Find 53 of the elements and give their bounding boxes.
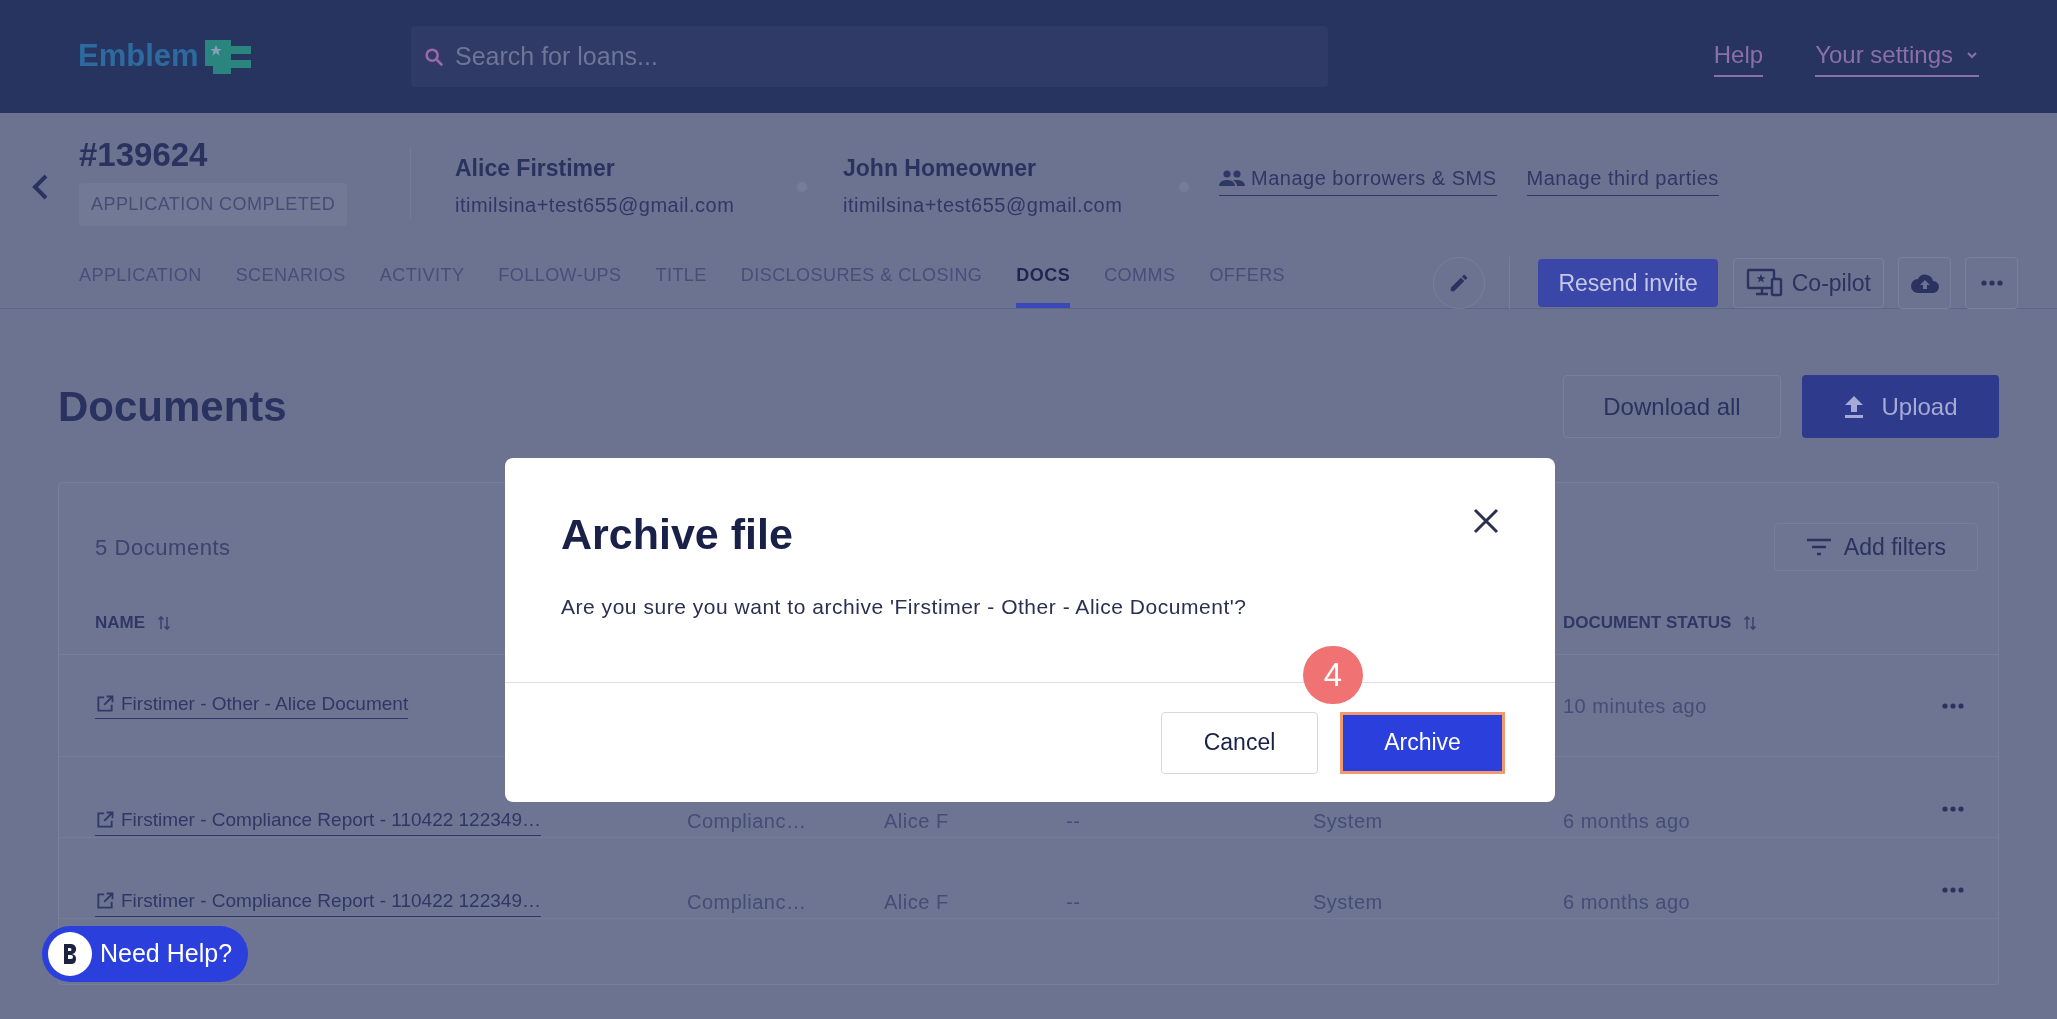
people-icon bbox=[1219, 170, 1245, 186]
document-link[interactable]: Firstimer - Compliance Report - 110422 122349… bbox=[95, 806, 541, 836]
more-icon bbox=[1942, 887, 1964, 893]
download-all-button[interactable]: Download all bbox=[1563, 375, 1781, 438]
borrower-name: John Homeowner bbox=[843, 154, 1037, 183]
table-cell: -- bbox=[1066, 891, 1081, 913]
more-button[interactable] bbox=[1965, 257, 2018, 309]
close-icon bbox=[1473, 508, 1499, 534]
more-icon bbox=[1942, 806, 1964, 812]
monitor-icon bbox=[1745, 268, 1784, 298]
need-help-button[interactable]: Need Help? bbox=[42, 926, 249, 982]
column-header: DOCUMENT STATUS bbox=[1563, 611, 1732, 634]
dialog-title: Archive file bbox=[561, 509, 793, 560]
manage-borrowers-link[interactable]: Manage borrowers & SMS bbox=[1219, 163, 1497, 196]
search-field[interactable]: Search for loans... bbox=[411, 26, 1328, 87]
page-title: Documents bbox=[58, 382, 287, 432]
external-link-icon bbox=[95, 694, 115, 715]
back-icon[interactable] bbox=[30, 173, 49, 201]
loan-number: #139624 bbox=[79, 135, 209, 175]
chevron-down-icon bbox=[1965, 49, 1979, 60]
settings-link[interactable]: Your settings bbox=[1815, 36, 1979, 77]
search-icon bbox=[423, 46, 445, 68]
more-icon bbox=[1942, 702, 1964, 709]
logo-text: Emblem bbox=[78, 37, 199, 76]
cancel-button[interactable]: Cancel bbox=[1161, 711, 1318, 774]
help-logo-icon bbox=[48, 932, 92, 976]
archive-button[interactable]: Archive bbox=[1340, 711, 1505, 774]
help-link[interactable]: Help bbox=[1713, 36, 1764, 77]
dialog-message: Are you sure you want to archive 'Firstimer - Other - Alice Document'? bbox=[561, 593, 1248, 620]
document-link[interactable]: Firstimer - Other - Alice Document bbox=[95, 689, 409, 720]
table-cell: -- bbox=[1066, 810, 1081, 832]
borrower-name: Alice Firstimer bbox=[455, 154, 616, 183]
flag-logo-icon bbox=[202, 37, 253, 76]
sort-icon[interactable] bbox=[1743, 613, 1758, 632]
upload-cloud-button[interactable] bbox=[1898, 257, 1951, 309]
upload-icon bbox=[1843, 394, 1866, 419]
document-link[interactable]: Firstimer - Compliance Report - 110422 122349… bbox=[95, 887, 541, 917]
external-link-icon bbox=[95, 810, 115, 831]
borrower-email: itimilsina+test655@gmail.com bbox=[843, 192, 1124, 218]
copilot-button[interactable]: Co-pilot bbox=[1732, 258, 1884, 308]
cloud-upload-icon bbox=[1910, 273, 1939, 293]
filter-icon bbox=[1805, 537, 1832, 557]
sort-icon[interactable] bbox=[157, 613, 172, 632]
external-link-icon bbox=[95, 891, 115, 912]
add-filters-button[interactable]: Add filters bbox=[1774, 523, 1978, 571]
more-icon bbox=[1980, 280, 2003, 286]
resend-invite-button[interactable]: Resend invite bbox=[1538, 259, 1718, 307]
close-button[interactable] bbox=[1473, 508, 1499, 534]
column-header: NAME bbox=[95, 611, 146, 634]
borrower-email: itimilsina+test655@gmail.com bbox=[455, 192, 736, 218]
upload-button[interactable]: Upload bbox=[1802, 375, 1999, 438]
manage-third-parties-link[interactable]: Manage third parties bbox=[1526, 163, 1719, 196]
tab[interactable]: DOCS bbox=[1016, 244, 1071, 308]
